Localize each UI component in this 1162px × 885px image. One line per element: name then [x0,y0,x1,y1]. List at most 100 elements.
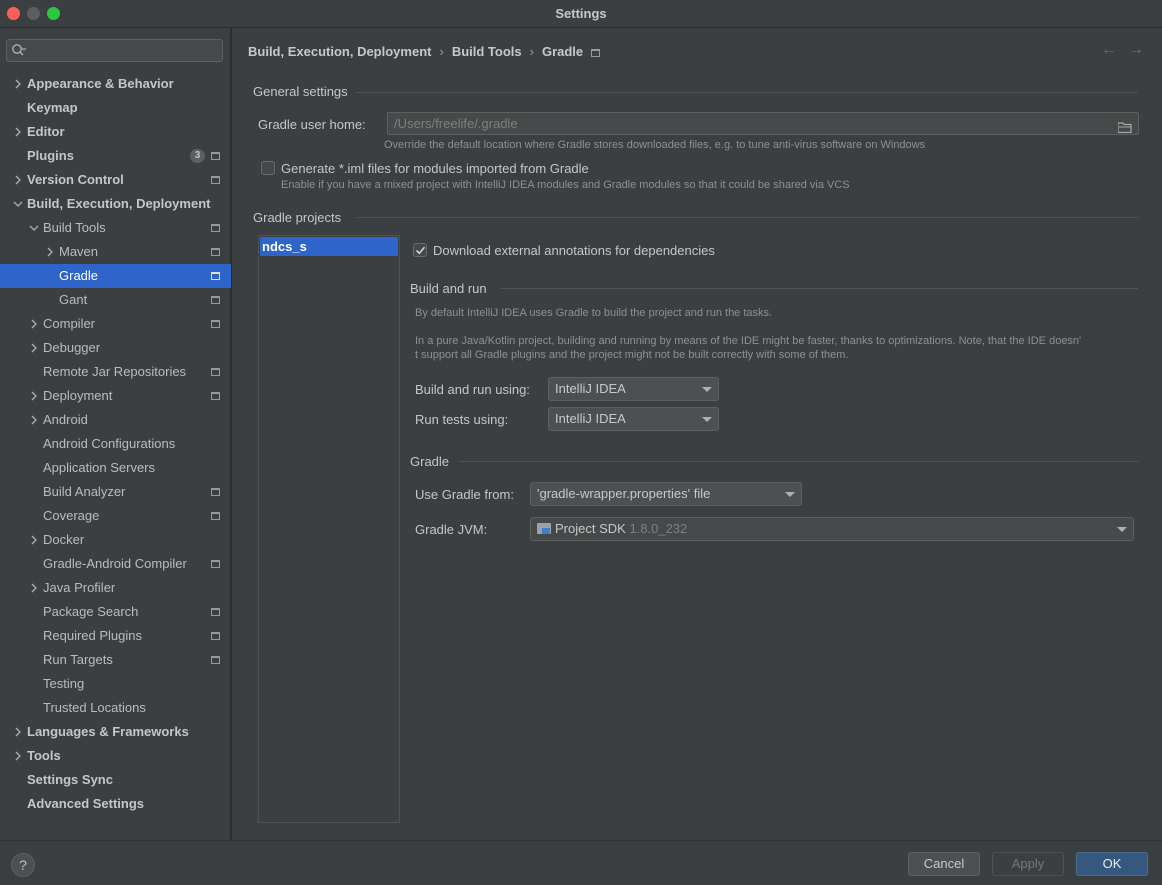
generate-iml-hint: Enable if you have a mixed project with … [281,179,850,191]
sidebar-item-trusted-locations[interactable]: Trusted Locations [0,696,231,720]
project-level-icon [211,296,220,304]
sidebar-item-package-search[interactable]: Package Search [0,600,231,624]
sidebar-item-debugger[interactable]: Debugger [0,336,231,360]
sidebar-item-plugins[interactable]: Plugins 3 [0,144,231,168]
chevron-right-icon[interactable] [11,120,23,144]
run-tests-using-select[interactable]: IntelliJ IDEA [548,407,719,431]
chevron-down-icon [1117,527,1127,532]
run-tests-using-value: IntelliJ IDEA [555,411,626,426]
sidebar-item-label: Editor [27,124,65,139]
breadcrumb-item[interactable]: Build, Execution, Deployment [248,44,431,59]
chevron-right-icon[interactable] [11,744,23,768]
sidebar-item-docker[interactable]: Docker [0,528,231,552]
forward-arrow-icon[interactable]: → [1128,42,1144,58]
folder-icon[interactable] [1117,118,1132,134]
sidebar-item-application-servers[interactable]: Application Servers [0,456,231,480]
sidebar-item-appearance-behavior[interactable]: Appearance & Behavior [0,72,231,96]
cancel-button[interactable]: Cancel [908,852,980,876]
build-run-hint: t support all Gradle plugins and the pro… [415,349,849,361]
build-and-run-using-value: IntelliJ IDEA [555,381,626,396]
sidebar-item-remote-jar-repositories[interactable]: Remote Jar Repositories [0,360,231,384]
project-level-icon [211,272,220,280]
generate-iml-label: Generate *.iml files for modules importe… [281,161,589,176]
use-gradle-from-label: Use Gradle from: [415,487,514,502]
section-divider [500,288,1138,289]
window-title: Settings [555,6,607,21]
dialog-footer: ? Cancel Apply OK [0,840,1162,885]
sidebar-item-android-configurations[interactable]: Android Configurations [0,432,231,456]
chevron-down-icon[interactable] [11,192,23,216]
gradle-user-home-label: Gradle user home: [258,117,366,132]
sidebar-item-testing[interactable]: Testing [0,672,231,696]
sidebar-item-label: Build, Execution, Deployment [27,196,211,211]
breadcrumb-item[interactable]: Build Tools [452,44,522,59]
gradle-user-home-input[interactable]: /Users/freelife/.gradle [387,112,1139,135]
chevron-right-icon[interactable] [11,720,23,744]
sidebar-item-label: Trusted Locations [43,700,146,715]
sidebar-item-required-plugins[interactable]: Required Plugins [0,624,231,648]
sidebar-item-label: Debugger [43,340,101,355]
settings-search-input[interactable] [6,39,223,62]
sidebar-item-java-profiler[interactable]: Java Profiler [0,576,231,600]
sidebar-item-advanced-settings[interactable]: Advanced Settings [0,792,231,816]
chevron-down-icon[interactable] [27,216,39,240]
sidebar-item-gant[interactable]: Gant [0,288,231,312]
chevron-right-icon[interactable] [27,528,39,552]
project-level-icon [211,152,220,160]
sidebar-item-version-control[interactable]: Version Control [0,168,231,192]
sidebar-item-tools[interactable]: Tools [0,744,231,768]
sidebar-item-settings-sync[interactable]: Settings Sync [0,768,231,792]
chevron-right-icon[interactable] [11,72,23,96]
build-run-hint: In a pure Java/Kotlin project, building … [415,335,1082,347]
chevron-right-icon[interactable] [27,408,39,432]
chevron-right-icon[interactable] [27,576,39,600]
apply-button[interactable]: Apply [992,852,1064,876]
use-gradle-from-value: 'gradle-wrapper.properties' file [537,486,711,501]
sidebar-item-run-targets[interactable]: Run Targets [0,648,231,672]
sidebar-item-label: Coverage [43,508,100,523]
sidebar-item-build-tools[interactable]: Build Tools [0,216,231,240]
sidebar-item-build-execution-deployment[interactable]: Build, Execution, Deployment [0,192,231,216]
sidebar-item-editor[interactable]: Editor [0,120,231,144]
run-tests-using-label: Run tests using: [415,412,509,427]
project-level-icon [591,49,601,57]
use-gradle-from-select[interactable]: 'gradle-wrapper.properties' file [530,482,802,506]
build-and-run-using-select[interactable]: IntelliJ IDEA [548,377,719,401]
sidebar-item-gradle[interactable]: Gradle [0,264,231,288]
settings-sidebar: Appearance & Behavior Keymap Editor Plugins… [0,28,231,840]
sidebar-item-keymap[interactable]: Keymap [0,96,231,120]
sidebar-item-android[interactable]: Android [0,408,231,432]
sidebar-item-deployment[interactable]: Deployment [0,384,231,408]
download-annotations-checkbox[interactable] [413,243,427,257]
chevron-right-icon[interactable] [43,240,55,264]
project-level-icon [211,224,220,232]
chevron-down-icon [702,387,712,392]
sidebar-item-coverage[interactable]: Coverage [0,504,231,528]
settings-tree: Appearance & Behavior Keymap Editor Plugins… [0,72,231,816]
chevron-right-icon[interactable] [27,312,39,336]
ok-button[interactable]: OK [1076,852,1148,876]
sidebar-item-languages-frameworks[interactable]: Languages & Frameworks [0,720,231,744]
sidebar-item-build-analyzer[interactable]: Build Analyzer [0,480,231,504]
project-level-icon [211,320,220,328]
sidebar-item-label: Run Targets [43,652,113,667]
sidebar-item-label: Docker [43,532,85,547]
project-level-icon [211,656,220,664]
back-arrow-icon[interactable]: ← [1101,42,1117,58]
gradle-user-home-hint: Override the default location where Grad… [384,139,926,151]
generate-iml-checkbox[interactable] [261,161,275,175]
gradle-project-item[interactable]: ndcs_s [260,237,398,256]
sidebar-item-maven[interactable]: Maven [0,240,231,264]
chevron-down-icon [785,492,795,497]
sidebar-item-compiler[interactable]: Compiler [0,312,231,336]
project-level-icon [211,392,220,400]
gradle-projects-list: ndcs_s [258,235,400,823]
sidebar-item-label: Remote Jar Repositories [43,364,187,379]
sidebar-item-gradle-android-compiler[interactable]: Gradle-Android Compiler [0,552,231,576]
chevron-right-icon[interactable] [11,168,23,192]
chevron-right-icon[interactable] [27,336,39,360]
gradle-jvm-select[interactable]: Project SDK 1.8.0_232 [530,517,1134,541]
help-button[interactable]: ? [11,853,35,877]
sidebar-item-label: Plugins [27,148,74,163]
chevron-right-icon[interactable] [27,384,39,408]
